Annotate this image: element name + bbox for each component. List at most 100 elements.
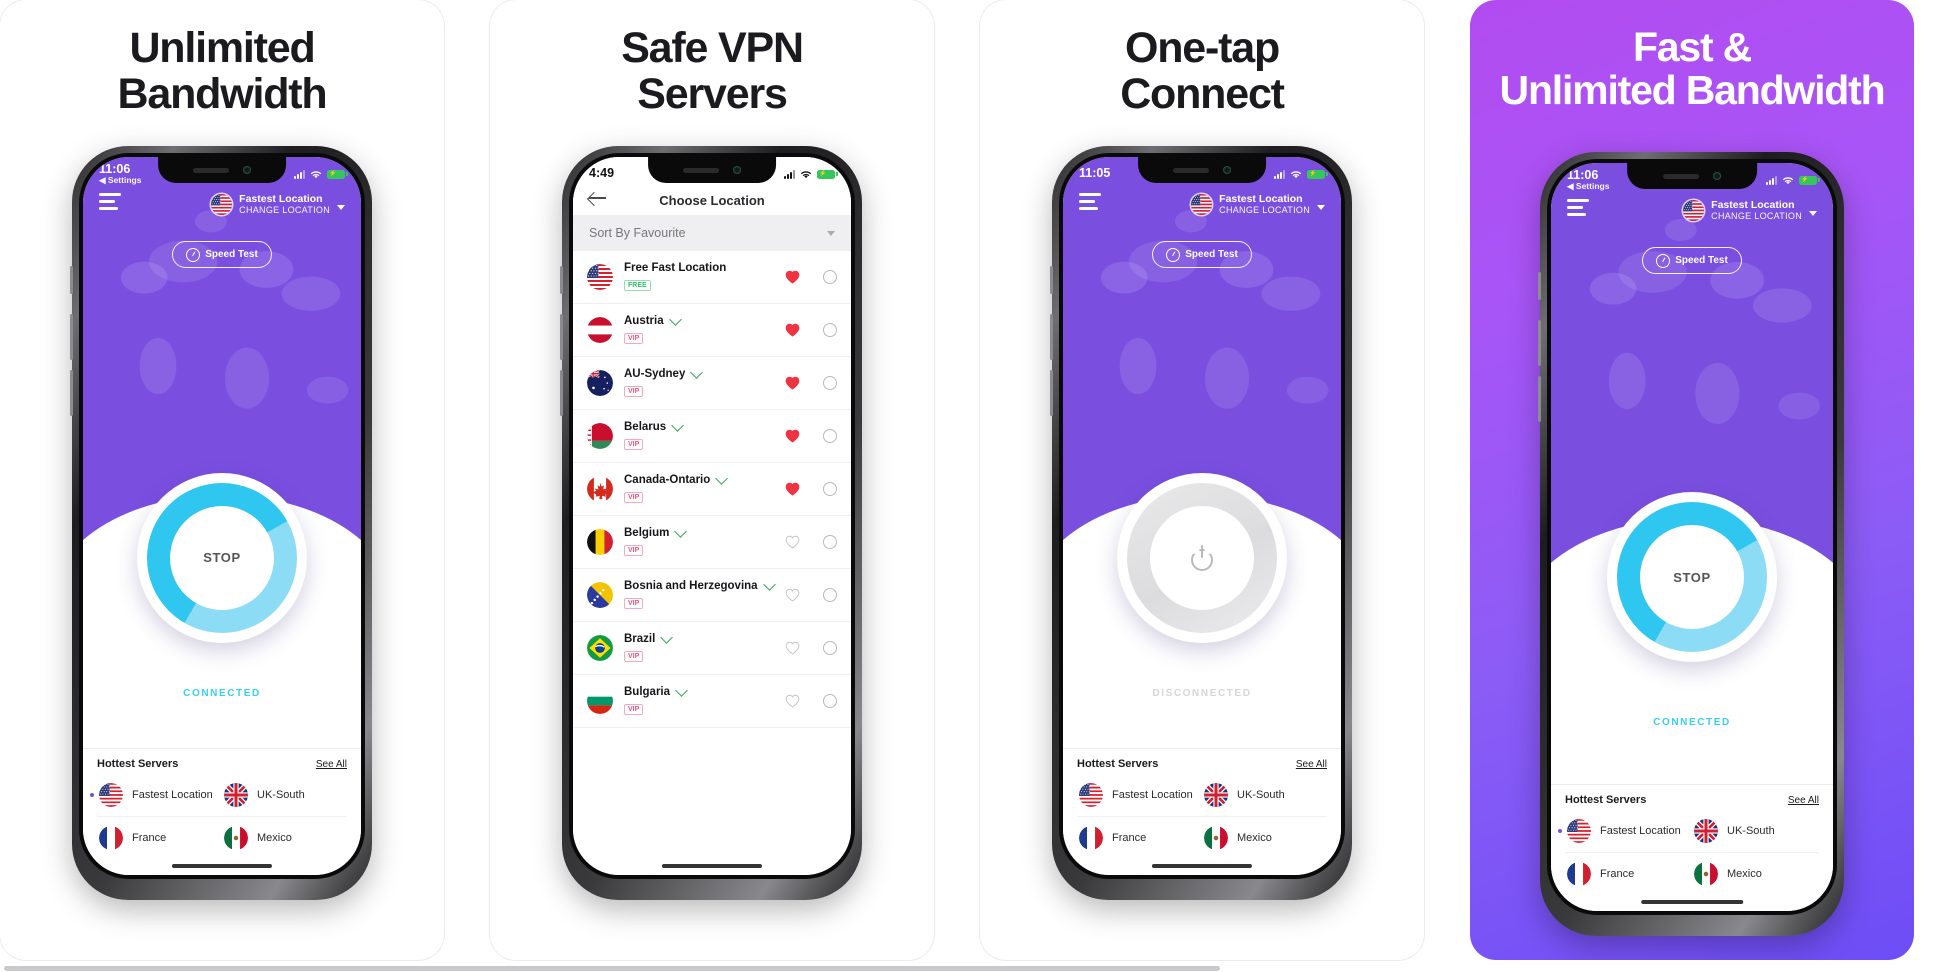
location-row[interactable]: Bosnia and Herzegovina VIP <box>573 569 851 622</box>
select-radio[interactable] <box>823 535 837 549</box>
location-info: Belarus VIP <box>624 419 785 451</box>
status-time: 11:05 <box>1079 166 1111 181</box>
select-radio[interactable] <box>823 694 837 708</box>
select-radio[interactable] <box>823 376 837 390</box>
hot-server-cell[interactable]: Mexico <box>1202 817 1327 859</box>
see-all-link[interactable]: See All <box>316 759 347 770</box>
phone-volume-down-button[interactable] <box>70 370 73 416</box>
screenshot-gallery: Unlimited Bandwidth 11:06 ◀ Settings ⚡ F… <box>0 0 1946 972</box>
phone-side-button[interactable] <box>1050 266 1053 294</box>
chevron-down-icon[interactable] <box>762 578 776 591</box>
speed-test-button[interactable]: Speed Test <box>1152 241 1252 269</box>
hottest-servers-section: Hottest Servers See All Fastest Location… <box>1551 784 1833 911</box>
location-row[interactable]: Belarus VIP <box>573 410 851 463</box>
location-row[interactable]: Austria VIP <box>573 304 851 357</box>
phone-volume-down-button[interactable] <box>1538 376 1541 422</box>
hot-server-name: Fastest Location <box>1112 789 1193 801</box>
status-left: 11:05 <box>1079 167 1110 180</box>
hot-server-cell[interactable]: UK-South <box>1202 774 1327 817</box>
phone-volume-down-button[interactable] <box>560 370 563 416</box>
menu-icon[interactable] <box>1079 193 1101 210</box>
location-row[interactable]: Canada-Ontario VIP <box>573 463 851 516</box>
location-row-name: Austria <box>624 315 664 327</box>
favourite-heart-icon[interactable] <box>785 270 800 284</box>
chevron-down-icon[interactable] <box>668 313 682 326</box>
location-selector[interactable]: Fastest Location CHANGE LOCATION <box>1191 193 1325 215</box>
select-radio[interactable] <box>823 270 837 284</box>
select-radio[interactable] <box>823 482 837 496</box>
phone-volume-up-button[interactable] <box>1050 314 1053 360</box>
wifi-icon <box>1290 170 1302 178</box>
select-radio[interactable] <box>823 323 837 337</box>
favourite-heart-icon[interactable] <box>785 641 800 655</box>
phone-side-button[interactable] <box>70 266 73 294</box>
chevron-down-icon[interactable] <box>671 419 685 432</box>
see-all-link[interactable]: See All <box>1788 795 1819 806</box>
home-indicator[interactable] <box>1151 864 1253 868</box>
menu-icon[interactable] <box>1567 199 1589 216</box>
home-indicator[interactable] <box>171 864 273 868</box>
location-selector[interactable]: Fastest Location CHANGE LOCATION <box>1683 199 1817 221</box>
chevron-down-icon[interactable] <box>674 525 688 538</box>
chevron-down-icon[interactable] <box>675 684 688 697</box>
menu-icon[interactable] <box>99 193 121 210</box>
page-scrollbar[interactable] <box>0 964 1946 972</box>
hot-server-cell[interactable]: Mexico <box>1692 853 1819 895</box>
phone-volume-up-button[interactable] <box>1538 320 1541 366</box>
sort-selector[interactable]: Sort By Favourite <box>573 215 851 251</box>
chevron-down-icon[interactable] <box>660 631 674 644</box>
phone-volume-down-button[interactable] <box>1050 370 1053 416</box>
hot-server-cell[interactable]: Mexico <box>222 817 347 859</box>
speed-test-button[interactable]: Speed Test <box>1642 247 1742 275</box>
status-back-label[interactable]: ◀ Settings <box>99 176 141 185</box>
location-row[interactable]: Free Fast Location FREE <box>573 251 851 304</box>
location-row[interactable]: AU-Sydney VIP <box>573 357 851 410</box>
status-back-label[interactable]: ◀ Settings <box>1567 182 1609 191</box>
back-arrow-icon[interactable] <box>589 191 607 205</box>
home-indicator[interactable] <box>1641 900 1743 904</box>
speed-test-button[interactable]: Speed Test <box>172 241 272 269</box>
power-ring-outer: STOP <box>1607 492 1777 663</box>
favourite-heart-icon[interactable] <box>785 429 800 443</box>
headline-line-1: One-tap <box>1124 24 1280 72</box>
favourite-heart-icon[interactable] <box>785 323 800 337</box>
power-button[interactable]: STOP <box>170 505 274 610</box>
chevron-down-icon <box>1809 210 1817 216</box>
chevron-down-icon[interactable] <box>715 472 729 485</box>
hottest-header: Hottest Servers See All <box>1565 794 1819 806</box>
select-radio[interactable] <box>823 588 837 602</box>
see-all-link[interactable]: See All <box>1296 759 1327 770</box>
favourite-heart-icon[interactable] <box>785 588 800 602</box>
favourite-heart-icon[interactable] <box>785 694 800 708</box>
home-indicator[interactable] <box>661 864 763 868</box>
favourite-heart-icon[interactable] <box>785 482 800 496</box>
power-button[interactable]: STOP <box>1640 525 1744 630</box>
location-title: Fastest Location <box>1219 193 1303 205</box>
phone-volume-up-button[interactable] <box>560 314 563 360</box>
hot-server-cell[interactable]: France <box>1565 853 1692 895</box>
hot-server-cell[interactable]: Fastest Location <box>1558 810 1692 853</box>
favourite-heart-icon[interactable] <box>785 376 800 390</box>
us-flag-icon <box>1191 193 1213 215</box>
location-row[interactable]: Brazil VIP <box>573 622 851 675</box>
power-button[interactable] <box>1150 505 1254 610</box>
phone-side-button[interactable] <box>1538 272 1541 300</box>
phone-side-button[interactable] <box>560 266 563 294</box>
hot-server-cell[interactable]: UK-South <box>222 774 347 817</box>
power-ring: STOP <box>147 482 297 633</box>
phone-volume-up-button[interactable] <box>70 314 73 360</box>
select-radio[interactable] <box>823 429 837 443</box>
hot-server-cell[interactable]: France <box>1077 817 1202 859</box>
hot-server-name: Fastest Location <box>1600 825 1681 837</box>
location-row[interactable]: Bulgaria VIP <box>573 675 851 728</box>
hot-server-cell[interactable]: UK-South <box>1692 810 1819 853</box>
chevron-down-icon[interactable] <box>690 366 704 379</box>
favourite-heart-icon[interactable] <box>785 535 800 549</box>
select-radio[interactable] <box>823 641 837 655</box>
location-selector[interactable]: Fastest Location CHANGE LOCATION <box>211 193 345 215</box>
hot-server-cell[interactable]: Fastest Location <box>90 774 222 817</box>
hot-server-cell[interactable]: Fastest Location <box>1077 774 1202 817</box>
location-row[interactable]: Belgium VIP <box>573 516 851 569</box>
status-left: 11:06 ◀ Settings <box>1567 168 1609 191</box>
hot-server-cell[interactable]: France <box>97 817 222 859</box>
